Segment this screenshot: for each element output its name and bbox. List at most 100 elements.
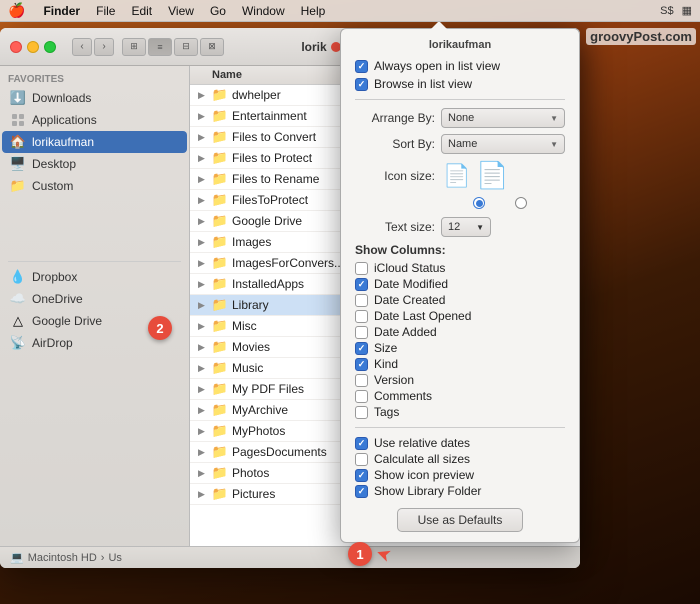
menu-help[interactable]: Help	[293, 4, 334, 18]
dropbox-icon: 💧	[10, 269, 26, 285]
expand-icon: ▶	[198, 363, 210, 374]
icon-preview-checkbox[interactable]	[355, 469, 368, 482]
columns-list: iCloud Status Date Modified Date Created…	[355, 261, 565, 419]
onedrive-icon: ☁️	[10, 291, 26, 307]
expand-icon: ▶	[198, 132, 210, 143]
statusbar-chevron: ›	[101, 552, 105, 564]
column-view-button[interactable]: ⊟	[174, 38, 198, 56]
back-button[interactable]: ‹	[72, 38, 92, 56]
expand-icon: ▶	[198, 489, 210, 500]
col-row-comments[interactable]: Comments	[355, 389, 565, 403]
always-open-checkbox[interactable]	[355, 60, 368, 73]
expand-icon: ▶	[198, 279, 210, 290]
always-open-label: Always open in list view	[374, 59, 500, 73]
icon-radio-row	[355, 197, 565, 209]
watermark: groovyPost.com	[586, 28, 696, 45]
date-modified-checkbox[interactable]	[355, 278, 368, 291]
library-folder-row[interactable]: Show Library Folder	[355, 484, 565, 498]
gallery-view-button[interactable]: ⊠	[200, 38, 224, 56]
sidebar-item-custom[interactable]: 📁 Custom	[2, 175, 187, 197]
sort-by-select[interactable]: Name ▼	[441, 134, 565, 154]
sidebar-item-desktop[interactable]: 🖥️ Desktop	[2, 153, 187, 175]
col-row-date-created[interactable]: Date Created	[355, 293, 565, 307]
expand-icon: ▶	[198, 405, 210, 416]
icon-size-large-radio[interactable]	[515, 197, 527, 209]
folder-icon: 📁	[212, 444, 228, 460]
badge-2: 2	[148, 316, 172, 340]
text-size-value: 12	[448, 221, 460, 233]
sidebar-item-label: AirDrop	[32, 336, 73, 350]
folder-icon: 📁	[212, 318, 228, 334]
sidebar-item-dropbox[interactable]: 💧 Dropbox	[2, 266, 187, 288]
cursor-arrow: ➤	[373, 542, 394, 567]
col-row-date-added[interactable]: Date Added	[355, 325, 565, 339]
col-row-version[interactable]: Version	[355, 373, 565, 387]
col-row-kind[interactable]: Kind	[355, 357, 565, 371]
date-last-opened-checkbox[interactable]	[355, 310, 368, 323]
applications-icon	[10, 112, 26, 128]
menu-edit[interactable]: Edit	[123, 4, 160, 18]
desktop-icon: 🖥️	[10, 156, 26, 172]
all-sizes-row[interactable]: Calculate all sizes	[355, 452, 565, 466]
statusbar-hd: Macintosh HD	[28, 552, 97, 564]
all-sizes-label: Calculate all sizes	[374, 452, 470, 466]
browse-list-row[interactable]: Browse in list view	[355, 77, 565, 91]
library-folder-checkbox[interactable]	[355, 485, 368, 498]
use-defaults-button[interactable]: Use as Defaults	[397, 508, 524, 532]
folder-icon: 📁	[212, 381, 228, 397]
icon-size-small-radio[interactable]	[473, 197, 485, 209]
sidebar-item-applications[interactable]: Applications	[2, 109, 187, 131]
sidebar-item-label: Desktop	[32, 157, 76, 171]
maximize-button[interactable]	[44, 41, 56, 53]
icon-view-button[interactable]: ⊞	[122, 38, 146, 56]
browse-list-label: Browse in list view	[374, 77, 472, 91]
relative-dates-row[interactable]: Use relative dates	[355, 436, 565, 450]
text-size-select[interactable]: 12 ▼	[441, 217, 491, 237]
all-sizes-checkbox[interactable]	[355, 453, 368, 466]
close-button[interactable]	[10, 41, 22, 53]
version-checkbox[interactable]	[355, 374, 368, 387]
menubar-currency: S$	[660, 5, 673, 17]
folder-icon: 📁	[212, 234, 228, 250]
col-row-date-modified[interactable]: Date Modified	[355, 277, 565, 291]
arrange-by-arrow: ▼	[550, 114, 558, 123]
sort-by-arrow: ▼	[550, 140, 558, 149]
icloud-checkbox[interactable]	[355, 262, 368, 275]
icon-preview-row[interactable]: Show icon preview	[355, 468, 565, 482]
always-open-row[interactable]: Always open in list view	[355, 59, 565, 73]
col-row-date-last-opened[interactable]: Date Last Opened	[355, 309, 565, 323]
menu-go[interactable]: Go	[202, 4, 234, 18]
browse-list-checkbox[interactable]	[355, 78, 368, 91]
list-view-button[interactable]: ≡	[148, 38, 172, 56]
folder-icon: 📁	[212, 150, 228, 166]
menu-finder[interactable]: Finder	[35, 4, 88, 18]
statusbar-user: Us	[108, 552, 121, 564]
comments-checkbox[interactable]	[355, 390, 368, 403]
expand-icon: ▶	[198, 384, 210, 395]
sidebar-item-lorikaufman[interactable]: 🏠 lorikaufman	[2, 131, 187, 153]
arrange-by-select[interactable]: None ▼	[441, 108, 565, 128]
tags-checkbox[interactable]	[355, 406, 368, 419]
size-checkbox[interactable]	[355, 342, 368, 355]
apple-menu[interactable]: 🍎	[8, 2, 25, 19]
menu-window[interactable]: Window	[234, 4, 293, 18]
menu-view[interactable]: View	[160, 4, 202, 18]
col-row-icloud[interactable]: iCloud Status	[355, 261, 565, 275]
date-added-checkbox[interactable]	[355, 326, 368, 339]
date-created-checkbox[interactable]	[355, 294, 368, 307]
minimize-button[interactable]	[27, 41, 39, 53]
sidebar-divider	[8, 261, 181, 262]
col-size-label: Size	[374, 341, 397, 355]
arrange-by-label: Arrange By:	[355, 111, 435, 125]
col-row-tags[interactable]: Tags	[355, 405, 565, 419]
col-row-size[interactable]: Size	[355, 341, 565, 355]
forward-button[interactable]: ›	[94, 38, 114, 56]
sidebar-item-downloads[interactable]: ⬇️ Downloads	[2, 87, 187, 109]
folder-icon: 📁	[212, 213, 228, 229]
relative-dates-checkbox[interactable]	[355, 437, 368, 450]
kind-checkbox[interactable]	[355, 358, 368, 371]
expand-icon: ▶	[198, 90, 210, 101]
sidebar-item-onedrive[interactable]: ☁️ OneDrive	[2, 288, 187, 310]
sidebar-item-label: Google Drive	[32, 314, 102, 328]
menu-file[interactable]: File	[88, 4, 123, 18]
